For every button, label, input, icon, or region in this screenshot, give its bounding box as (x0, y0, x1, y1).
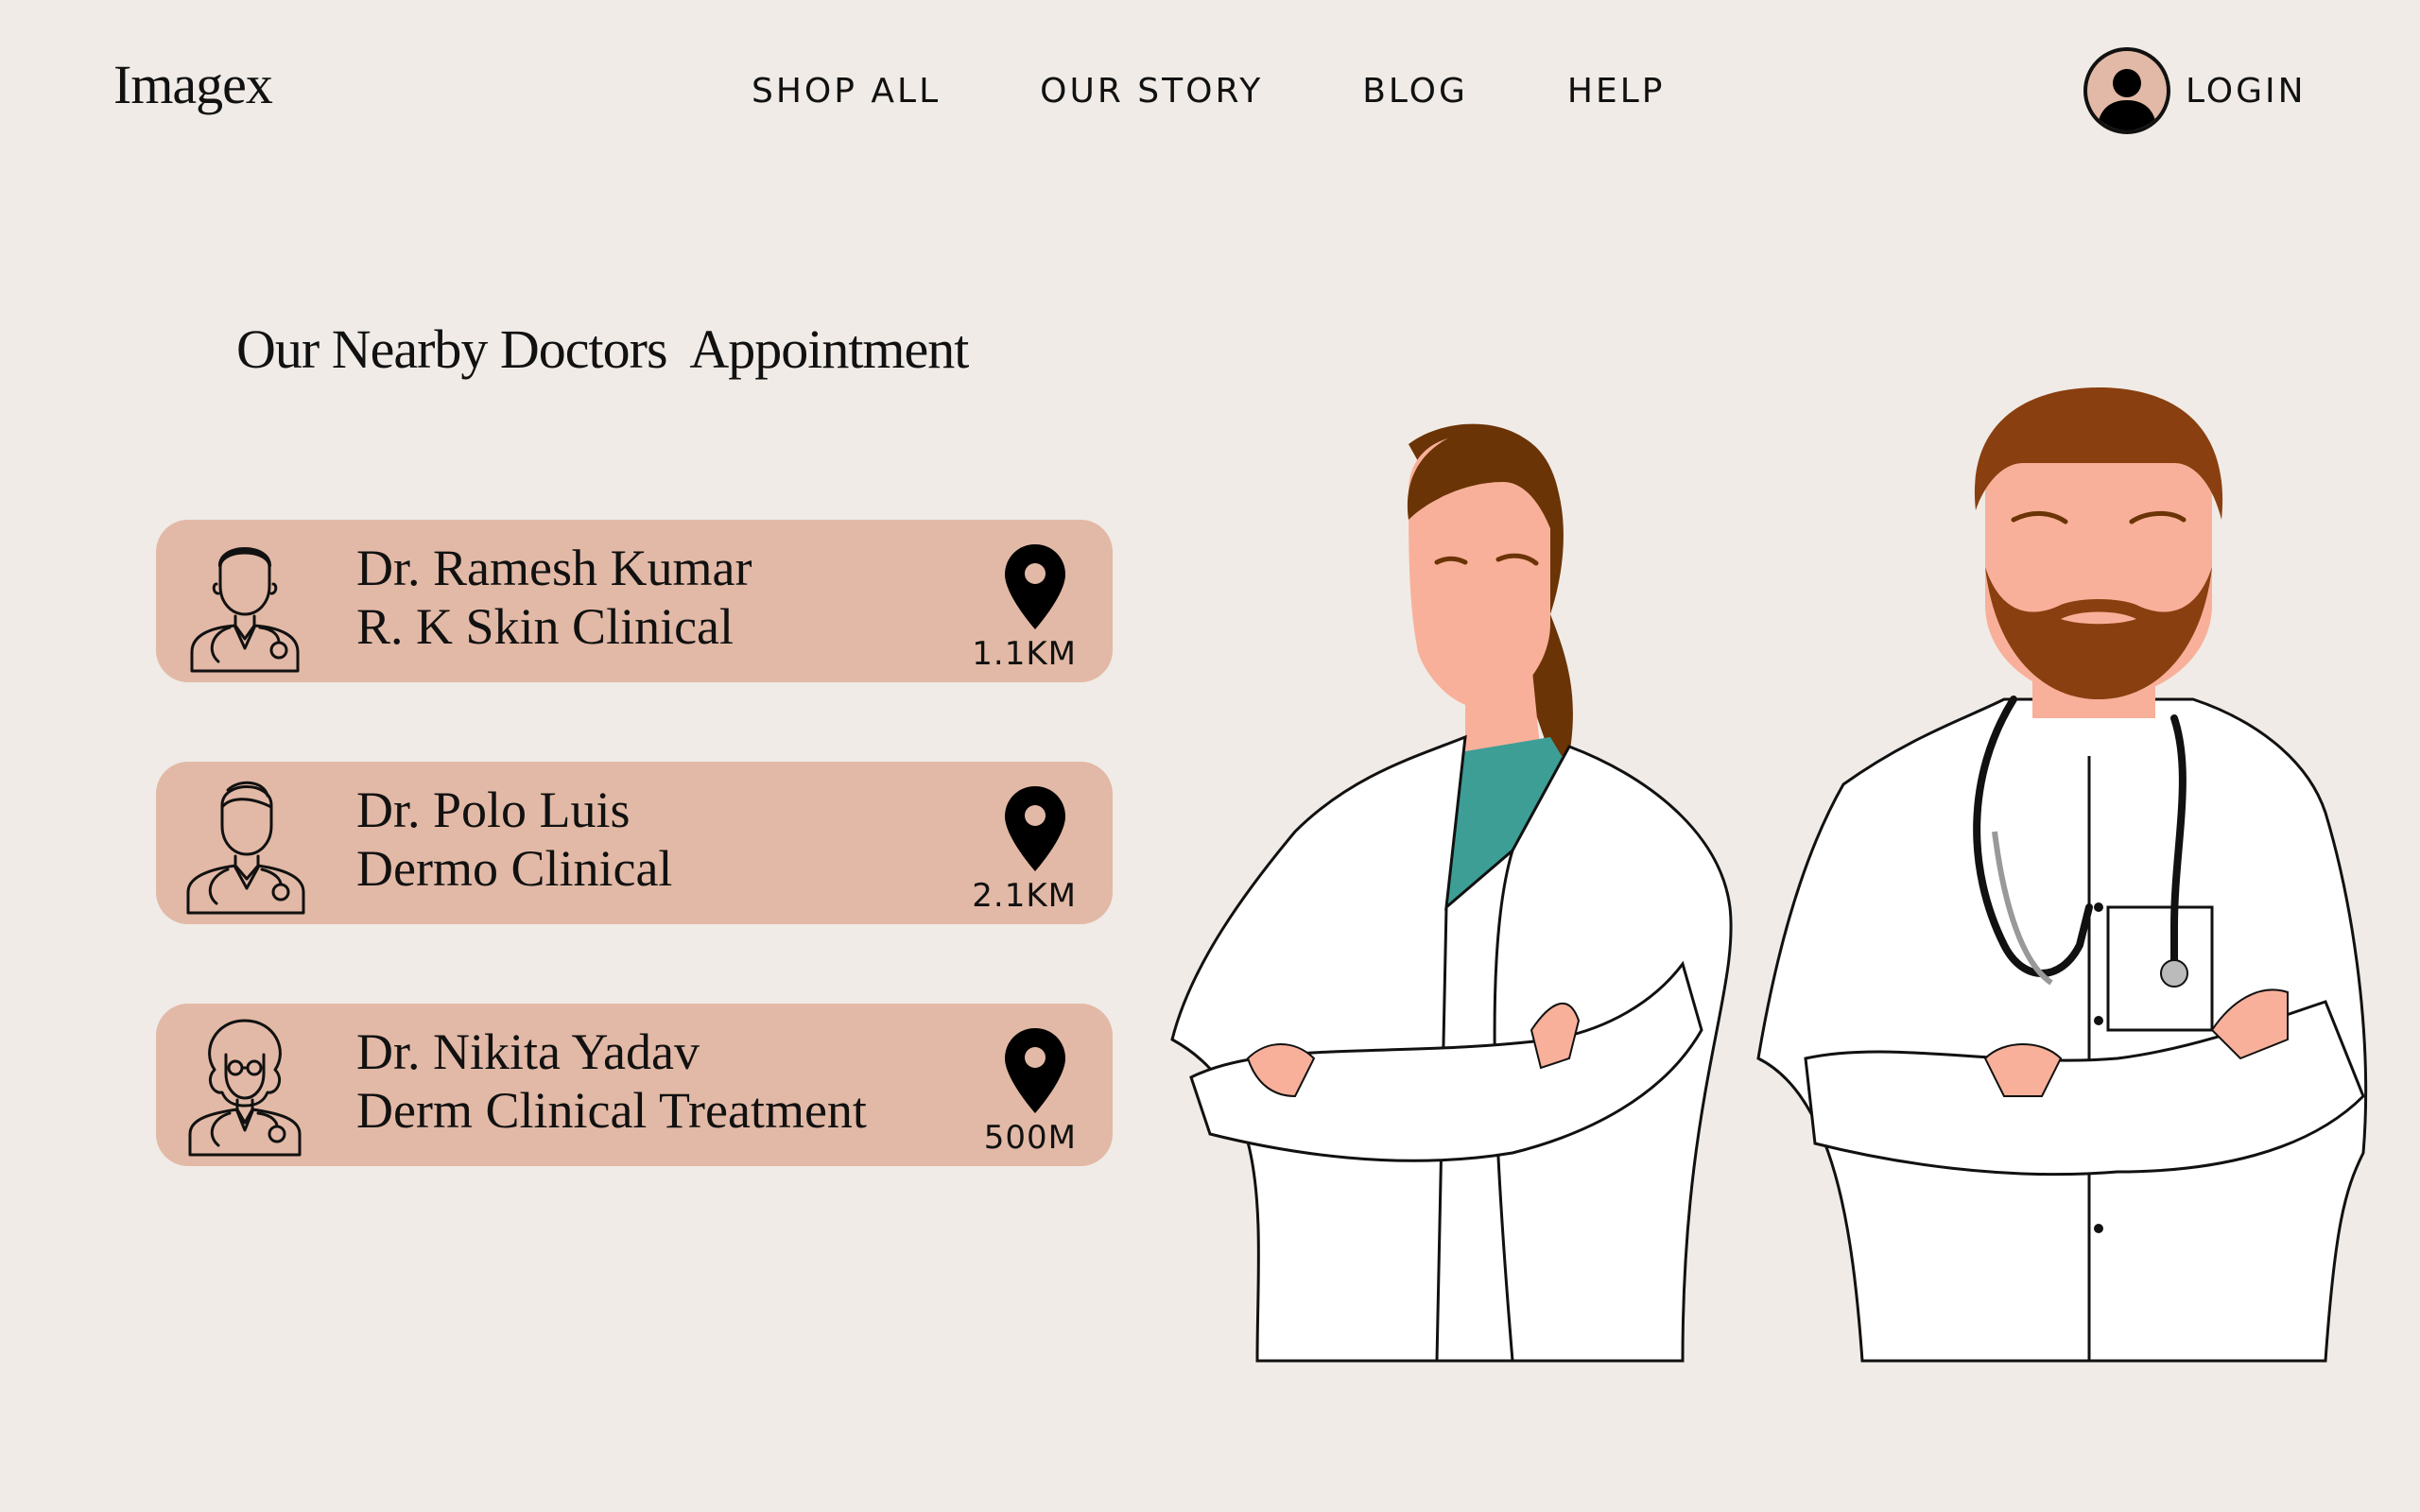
female-doctor-icon (188, 1019, 302, 1157)
doctor-card[interactable]: Dr. Nikita Yadav Derm Clinical Treatment… (156, 1004, 1113, 1166)
distance-label: 1.1KM (972, 635, 1077, 673)
young-doctor-icon (186, 781, 305, 915)
doctor-name: Dr. Ramesh Kumar (356, 540, 752, 596)
user-avatar-icon (2083, 47, 2170, 134)
nav-help[interactable]: HELP (1567, 72, 1666, 111)
distance-label: 500M (983, 1119, 1077, 1157)
doctor-card[interactable]: Dr. Polo Luis Dermo Clinical 2.1KM (156, 762, 1113, 924)
male-doctor-figure (1756, 387, 2368, 1363)
location-pin-icon (1005, 786, 1065, 871)
clinic-name: Derm Clinical Treatment (356, 1082, 867, 1139)
male-doctor-icon (190, 547, 300, 673)
doctors-illustration (1170, 387, 2368, 1363)
login-button[interactable]: LOGIN (2083, 47, 2307, 134)
brand-logo[interactable]: Imagex (113, 53, 273, 116)
nav-shop-all[interactable]: SHOP ALL (752, 72, 941, 111)
doctor-card[interactable]: Dr. Ramesh Kumar R. K Skin Clinical 1.1K… (156, 520, 1113, 682)
female-doctor-figure (1170, 423, 1733, 1363)
distance-label: 2.1KM (972, 877, 1077, 915)
location-pin-icon (1005, 1028, 1065, 1113)
login-label: LOGIN (2186, 71, 2307, 111)
nav-blog[interactable]: BLOG (1362, 72, 1468, 111)
location-pin-icon (1005, 544, 1065, 629)
doctor-name: Dr. Nikita Yadav (356, 1023, 700, 1080)
page-title: Our Nearby Doctors Appointment (236, 318, 969, 380)
clinic-name: R. K Skin Clinical (356, 598, 735, 655)
main-nav: SHOP ALL OUR STORY BLOG HELP (752, 72, 1665, 111)
nav-our-story[interactable]: OUR STORY (1040, 72, 1263, 111)
clinic-name: Dermo Clinical (356, 840, 673, 897)
doctor-name: Dr. Polo Luis (356, 782, 631, 838)
